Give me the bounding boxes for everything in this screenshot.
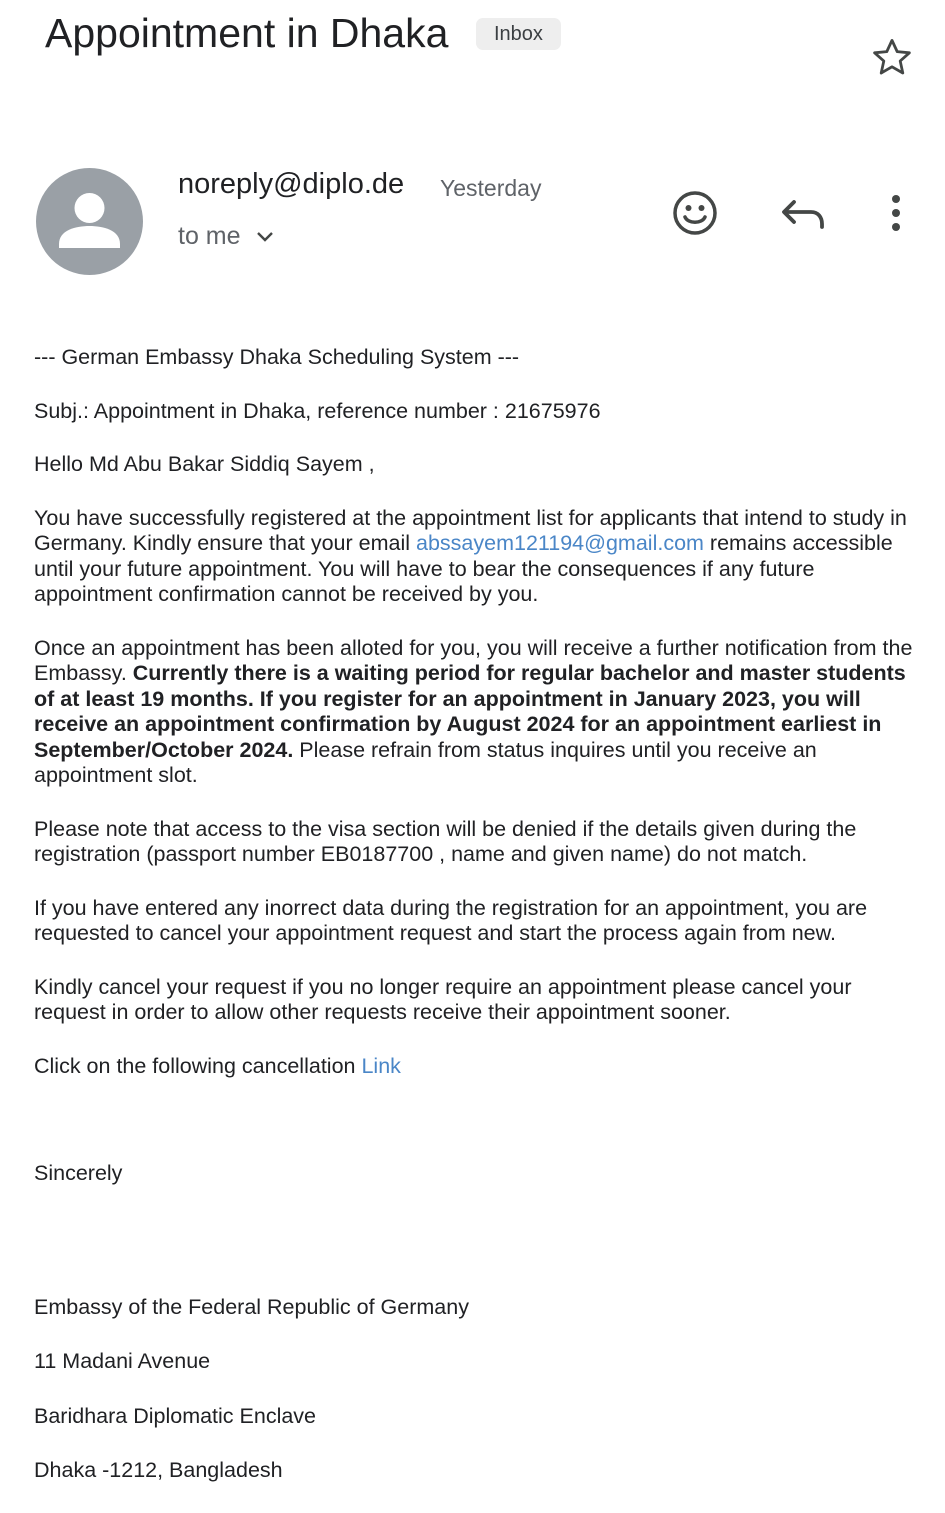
star-icon[interactable] [868, 34, 916, 82]
email-link[interactable]: abssayem121194@gmail.com [416, 531, 704, 555]
signature: Embassy of the Federal Republic of Germa… [34, 1295, 924, 1484]
paragraph-registration: You have successfully registered at the … [34, 506, 924, 608]
recipient-label: to me [178, 222, 241, 250]
signature-address-line: Baridhara Diplomatic Enclave [34, 1403, 317, 1428]
cancellation-text: Click on the following cancellation [34, 1053, 362, 1078]
closing: Sincerely [34, 1161, 123, 1185]
signature-organization: Embassy of the Federal Republic of Germa… [34, 1294, 469, 1319]
paragraph-waiting-period: Once an appointment has been alloted for… [34, 636, 924, 789]
paragraph-incorrect-data: If you have entered any inorrect data du… [34, 895, 868, 946]
paragraph-access-note: Please note that access to the visa sect… [34, 816, 857, 867]
reply-button[interactable] [778, 188, 828, 238]
inbox-label-chip[interactable]: Inbox [476, 18, 561, 50]
system-line: --- German Embassy Dhaka Scheduling Syst… [34, 345, 520, 369]
sender-address: noreply@diplo.de [178, 168, 405, 200]
message-body: --- German Embassy Dhaka Scheduling Syst… [34, 345, 924, 1513]
recipient-toggle[interactable]: to me [178, 222, 275, 251]
more-options-button[interactable] [871, 188, 921, 238]
reply-icon [782, 200, 824, 229]
email-subject: Appointment in Dhaka [45, 10, 449, 56]
emoji-icon [673, 191, 717, 235]
cancellation-line: Click on the following cancellation Link [34, 1054, 924, 1080]
greeting: Hello Md Abu Bakar Siddiq Sayem , [34, 452, 375, 476]
more-vert-icon [892, 195, 900, 231]
signature-address-line: Dhaka -1212, Bangladesh [34, 1458, 283, 1482]
message-date: Yesterday [440, 175, 542, 201]
cancellation-link[interactable]: Link [361, 1054, 400, 1078]
subject-reference-line: Subj.: Appointment in Dhaka, reference n… [34, 398, 601, 423]
paragraph-cancel-request: Kindly cancel your request if you no lon… [34, 974, 852, 1025]
emoji-reaction-button[interactable] [670, 188, 720, 238]
sender-avatar [36, 168, 143, 275]
signature-address-line: 11 Madani Avenue [34, 1349, 211, 1373]
chevron-down-icon [256, 231, 273, 242]
